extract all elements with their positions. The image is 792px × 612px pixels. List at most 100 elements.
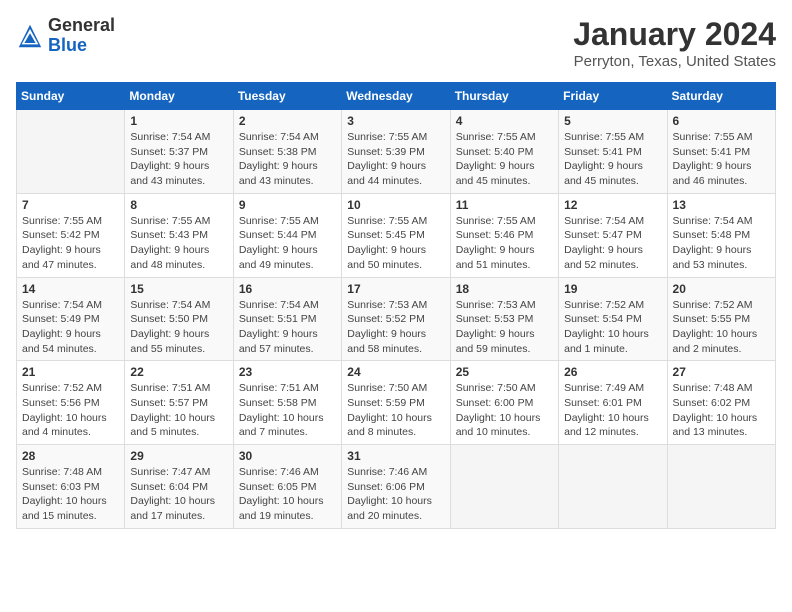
- calendar-day-cell: 2 Sunrise: 7:54 AMSunset: 5:38 PMDaylight…: [233, 110, 341, 194]
- day-number: 11: [456, 198, 553, 212]
- calendar-title: January 2024: [573, 16, 776, 53]
- day-info: Sunrise: 7:48 AMSunset: 6:03 PMDaylight:…: [22, 465, 119, 524]
- day-info: Sunrise: 7:54 AMSunset: 5:49 PMDaylight:…: [22, 298, 119, 357]
- day-number: 29: [130, 449, 227, 463]
- calendar-day-cell: 23 Sunrise: 7:51 AMSunset: 5:58 PMDayligh…: [233, 361, 341, 445]
- day-info: Sunrise: 7:50 AMSunset: 6:00 PMDaylight:…: [456, 381, 553, 440]
- day-info: Sunrise: 7:46 AMSunset: 6:05 PMDaylight:…: [239, 465, 336, 524]
- day-number: 25: [456, 365, 553, 379]
- calendar-table: SundayMondayTuesdayWednesdayThursdayFrid…: [16, 82, 776, 529]
- day-number: 27: [673, 365, 770, 379]
- calendar-day-cell: 10Sunrise: 7:55 AMSunset: 5:45 PMDayligh…: [342, 193, 450, 277]
- calendar-day-cell: [450, 445, 558, 529]
- day-number: 15: [130, 282, 227, 296]
- calendar-header: SundayMondayTuesdayWednesdayThursdayFrid…: [17, 83, 776, 110]
- day-number: 6: [673, 114, 770, 128]
- day-number: 13: [673, 198, 770, 212]
- day-info: Sunrise: 7:55 AMSunset: 5:46 PMDaylight:…: [456, 214, 553, 273]
- day-number: 16: [239, 282, 336, 296]
- calendar-day-cell: [667, 445, 775, 529]
- calendar-day-cell: 31 Sunrise: 7:46 AMSunset: 6:06 PMDayligh…: [342, 445, 450, 529]
- calendar-day-cell: 12Sunrise: 7:54 AMSunset: 5:47 PMDayligh…: [559, 193, 667, 277]
- day-number: 24: [347, 365, 444, 379]
- day-number: 22: [130, 365, 227, 379]
- logo-general-text: General: [48, 15, 115, 35]
- day-number: 3: [347, 114, 444, 128]
- calendar-day-cell: 29Sunrise: 7:47 AMSunset: 6:04 PMDayligh…: [125, 445, 233, 529]
- day-number: 2: [239, 114, 336, 128]
- calendar-subtitle: Perryton, Texas, United States: [573, 53, 776, 70]
- day-number: 7: [22, 198, 119, 212]
- calendar-day-cell: 15 Sunrise: 7:54 AMSunset: 5:50 PMDayligh…: [125, 277, 233, 361]
- calendar-day-cell: 20 Sunrise: 7:52 AMSunset: 5:55 PMDayligh…: [667, 277, 775, 361]
- weekday-header: Monday: [125, 83, 233, 110]
- day-number: 10: [347, 198, 444, 212]
- calendar-day-cell: 27Sunrise: 7:48 AMSunset: 6:02 PMDayligh…: [667, 361, 775, 445]
- calendar-day-cell: 3Sunrise: 7:55 AMSunset: 5:39 PMDaylight…: [342, 110, 450, 194]
- day-info: Sunrise: 7:55 AMSunset: 5:41 PMDaylight:…: [564, 130, 661, 189]
- calendar-day-cell: 22 Sunrise: 7:51 AMSunset: 5:57 PMDayligh…: [125, 361, 233, 445]
- calendar-day-cell: [559, 445, 667, 529]
- calendar-day-cell: 21Sunrise: 7:52 AMSunset: 5:56 PMDayligh…: [17, 361, 125, 445]
- day-info: Sunrise: 7:46 AMSunset: 6:06 PMDaylight:…: [347, 465, 444, 524]
- day-number: 19: [564, 282, 661, 296]
- logo-blue-text: Blue: [48, 35, 87, 55]
- calendar-header-row: SundayMondayTuesdayWednesdayThursdayFrid…: [17, 83, 776, 110]
- calendar-day-cell: 19 Sunrise: 7:52 AMSunset: 5:54 PMDayligh…: [559, 277, 667, 361]
- day-number: 31: [347, 449, 444, 463]
- calendar-day-cell: 24 Sunrise: 7:50 AMSunset: 5:59 PMDayligh…: [342, 361, 450, 445]
- day-info: Sunrise: 7:54 AMSunset: 5:51 PMDaylight:…: [239, 298, 336, 357]
- weekday-header: Thursday: [450, 83, 558, 110]
- day-number: 8: [130, 198, 227, 212]
- day-info: Sunrise: 7:55 AMSunset: 5:43 PMDaylight:…: [130, 214, 227, 273]
- day-number: 23: [239, 365, 336, 379]
- calendar-day-cell: 17Sunrise: 7:53 AMSunset: 5:52 PMDayligh…: [342, 277, 450, 361]
- calendar-day-cell: 25 Sunrise: 7:50 AMSunset: 6:00 PMDayligh…: [450, 361, 558, 445]
- calendar-day-cell: 13 Sunrise: 7:54 AMSunset: 5:48 PMDayligh…: [667, 193, 775, 277]
- calendar-day-cell: 8 Sunrise: 7:55 AMSunset: 5:43 PMDaylight…: [125, 193, 233, 277]
- calendar-day-cell: 9Sunrise: 7:55 AMSunset: 5:44 PMDaylight…: [233, 193, 341, 277]
- day-info: Sunrise: 7:49 AMSunset: 6:01 PMDaylight:…: [564, 381, 661, 440]
- weekday-header: Friday: [559, 83, 667, 110]
- day-info: Sunrise: 7:54 AMSunset: 5:38 PMDaylight:…: [239, 130, 336, 189]
- calendar-week-row: 21Sunrise: 7:52 AMSunset: 5:56 PMDayligh…: [17, 361, 776, 445]
- day-info: Sunrise: 7:55 AMSunset: 5:41 PMDaylight:…: [673, 130, 770, 189]
- weekday-header: Sunday: [17, 83, 125, 110]
- calendar-day-cell: 18Sunrise: 7:53 AMSunset: 5:53 PMDayligh…: [450, 277, 558, 361]
- day-info: Sunrise: 7:54 AMSunset: 5:48 PMDaylight:…: [673, 214, 770, 273]
- calendar-week-row: 14Sunrise: 7:54 AMSunset: 5:49 PMDayligh…: [17, 277, 776, 361]
- calendar-day-cell: 7 Sunrise: 7:55 AMSunset: 5:42 PMDaylight…: [17, 193, 125, 277]
- calendar-week-row: 1 Sunrise: 7:54 AMSunset: 5:37 PMDaylight…: [17, 110, 776, 194]
- calendar-week-row: 7 Sunrise: 7:55 AMSunset: 5:42 PMDaylight…: [17, 193, 776, 277]
- logo-icon: [16, 22, 44, 50]
- day-number: 1: [130, 114, 227, 128]
- day-number: 9: [239, 198, 336, 212]
- day-info: Sunrise: 7:53 AMSunset: 5:53 PMDaylight:…: [456, 298, 553, 357]
- calendar-day-cell: 5Sunrise: 7:55 AMSunset: 5:41 PMDaylight…: [559, 110, 667, 194]
- day-info: Sunrise: 7:54 AMSunset: 5:37 PMDaylight:…: [130, 130, 227, 189]
- day-number: 20: [673, 282, 770, 296]
- calendar-day-cell: 16 Sunrise: 7:54 AMSunset: 5:51 PMDayligh…: [233, 277, 341, 361]
- calendar-body: 1 Sunrise: 7:54 AMSunset: 5:37 PMDaylight…: [17, 110, 776, 529]
- weekday-header: Saturday: [667, 83, 775, 110]
- day-info: Sunrise: 7:51 AMSunset: 5:58 PMDaylight:…: [239, 381, 336, 440]
- title-block: January 2024 Perryton, Texas, United Sta…: [573, 16, 776, 70]
- page-header: General Blue January 2024 Perryton, Texa…: [16, 16, 776, 70]
- day-info: Sunrise: 7:54 AMSunset: 5:50 PMDaylight:…: [130, 298, 227, 357]
- day-number: 21: [22, 365, 119, 379]
- calendar-day-cell: [17, 110, 125, 194]
- calendar-day-cell: 11 Sunrise: 7:55 AMSunset: 5:46 PMDayligh…: [450, 193, 558, 277]
- calendar-day-cell: 26 Sunrise: 7:49 AMSunset: 6:01 PMDayligh…: [559, 361, 667, 445]
- day-info: Sunrise: 7:52 AMSunset: 5:55 PMDaylight:…: [673, 298, 770, 357]
- day-info: Sunrise: 7:50 AMSunset: 5:59 PMDaylight:…: [347, 381, 444, 440]
- day-number: 12: [564, 198, 661, 212]
- day-number: 26: [564, 365, 661, 379]
- weekday-header: Tuesday: [233, 83, 341, 110]
- logo: General Blue: [16, 16, 115, 56]
- day-info: Sunrise: 7:52 AMSunset: 5:54 PMDaylight:…: [564, 298, 661, 357]
- day-info: Sunrise: 7:55 AMSunset: 5:40 PMDaylight:…: [456, 130, 553, 189]
- calendar-week-row: 28Sunrise: 7:48 AMSunset: 6:03 PMDayligh…: [17, 445, 776, 529]
- day-info: Sunrise: 7:55 AMSunset: 5:42 PMDaylight:…: [22, 214, 119, 273]
- day-info: Sunrise: 7:51 AMSunset: 5:57 PMDaylight:…: [130, 381, 227, 440]
- calendar-day-cell: 14Sunrise: 7:54 AMSunset: 5:49 PMDayligh…: [17, 277, 125, 361]
